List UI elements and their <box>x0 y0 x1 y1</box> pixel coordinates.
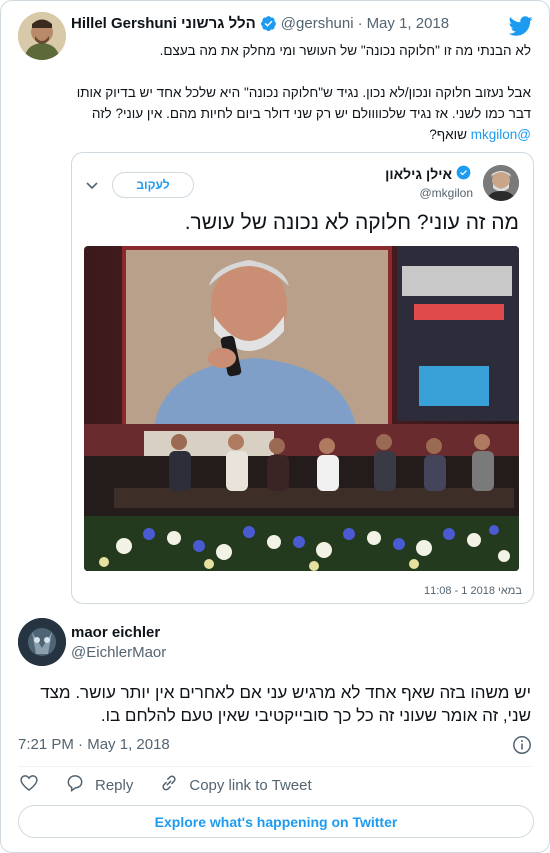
separator: · <box>357 15 363 32</box>
quoted-tweet[interactable]: אילן גילאון @mkgilon לעקוב מה זה עוני? ח… <box>71 152 534 604</box>
reply-author-name[interactable]: maor eichler <box>71 624 160 641</box>
mention-link[interactable]: @mkgilon <box>471 127 531 142</box>
copy-link-button[interactable]: Copy link to Tweet <box>159 773 312 797</box>
verified-badge-icon <box>260 15 277 32</box>
tweet-date[interactable]: May 1, 2018 <box>87 736 170 753</box>
tweet-paragraph-text: אבל נעזוב חלוקה ונכון/לא נכון. נגיד ש"חל… <box>76 85 531 121</box>
avatar[interactable] <box>18 12 66 60</box>
info-icon[interactable] <box>512 735 532 755</box>
like-button[interactable] <box>19 773 39 797</box>
tweet-time[interactable]: 7:21 PM <box>18 736 74 753</box>
separator: · <box>78 736 84 753</box>
twitter-bird-icon[interactable] <box>508 14 533 38</box>
author-name[interactable]: Hillel Gershuni הלל גרשוני <box>71 15 256 32</box>
quoted-author-handle[interactable]: @mkgilon <box>385 186 473 200</box>
link-icon <box>159 773 179 797</box>
quoted-author-name-row[interactable]: אילן גילאון <box>385 165 473 182</box>
heart-icon <box>19 773 39 797</box>
quoted-author: אילן גילאון @mkgilon <box>385 165 473 201</box>
tweet-header: Hillel Gershuni הלל גרשוני @gershuni · M… <box>71 15 449 32</box>
reply-label: Reply <box>95 776 134 794</box>
speech-bubble-icon <box>65 773 85 797</box>
quoted-tweet-photo[interactable] <box>84 246 519 571</box>
tweet-meta: 7:21 PM · May 1, 2018 <box>18 736 170 753</box>
quoted-author-name[interactable]: אילן גילאון <box>385 166 452 182</box>
tweet-date[interactable]: May 1, 2018 <box>367 15 450 32</box>
tweet-text: לא הבנתי מה זו "חלוקה נכונה" של העושר ומ… <box>61 40 531 166</box>
copy-link-label: Copy link to Tweet <box>189 776 312 794</box>
follow-button[interactable]: לעקוב <box>112 172 194 198</box>
divider <box>18 766 532 767</box>
chevron-down-icon[interactable] <box>84 177 100 193</box>
tweet-paragraph: אבל נעזוב חלוקה ונכון/לא נכון. נגיד ש"חל… <box>61 82 531 145</box>
tweet-actions: Reply Copy link to Tweet <box>19 774 338 796</box>
explore-twitter-button[interactable]: Explore what's happening on Twitter <box>18 805 534 838</box>
tweet-embed-card: Hillel Gershuni הלל גרשוני @gershuni · M… <box>0 0 550 853</box>
quoted-tweet-timestamp[interactable]: 11:08 - 1 במאי 2018 <box>424 585 522 597</box>
author-handle[interactable]: @gershuni <box>281 15 354 32</box>
quoted-avatar[interactable] <box>483 165 519 201</box>
reply-author-handle[interactable]: @EichlerMaor <box>71 644 166 661</box>
reply-tweet-text: יש משהו בזה שאף אחד לא מרגיש עני אם לאחר… <box>40 683 531 725</box>
reply-avatar[interactable] <box>18 618 66 666</box>
tweet-paragraph: לא הבנתי מה זו "חלוקה נכונה" של העושר ומ… <box>159 43 531 58</box>
verified-badge-icon <box>456 165 473 182</box>
quoted-tweet-text: מה זה עוני? חלוקה לא נכונה של עושר. <box>184 211 519 234</box>
reply-button[interactable]: Reply <box>65 773 133 797</box>
tweet-paragraph-text: שואף? <box>429 127 471 142</box>
